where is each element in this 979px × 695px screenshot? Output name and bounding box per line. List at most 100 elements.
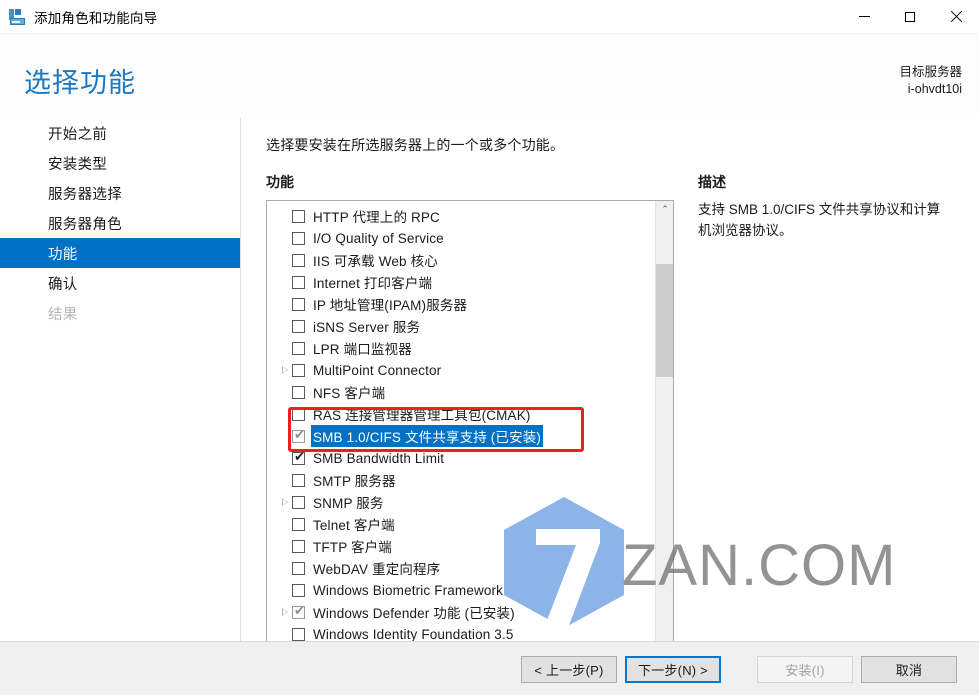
install-button: 安装(I): [757, 656, 853, 683]
feature-checkbox[interactable]: [292, 539, 305, 553]
sidebar-item-5[interactable]: 确认: [0, 268, 240, 298]
sidebar-item-4[interactable]: 功能: [0, 238, 240, 268]
feature-checkbox[interactable]: [292, 385, 305, 399]
next-button-label: 下一步(N) >: [638, 663, 708, 678]
page-title: 选择功能: [24, 68, 136, 98]
feature-checkbox[interactable]: ✔: [292, 429, 305, 443]
feature-label: SNMP 服务: [313, 496, 384, 511]
expander-spacer: [277, 535, 292, 557]
chevron-right-icon: [281, 497, 288, 506]
feature-checkbox[interactable]: [292, 341, 305, 355]
expander-spacer: [277, 205, 292, 227]
feature-checkbox[interactable]: [292, 561, 305, 575]
features-scrollbar[interactable]: ⌃ ⌄: [655, 201, 673, 695]
scroll-up-button[interactable]: ⌃: [656, 201, 673, 219]
previous-button[interactable]: < 上一步(P): [521, 656, 617, 683]
sidebar-item-0[interactable]: 开始之前: [0, 118, 240, 148]
feature-checkbox[interactable]: [292, 407, 305, 421]
sidebar-item-6: 结果: [0, 298, 240, 328]
feature-row[interactable]: MultiPoint Connector: [267, 359, 654, 381]
feature-row[interactable]: SNMP 服务: [267, 491, 654, 513]
sidebar-item-2[interactable]: 服务器选择: [0, 178, 240, 208]
sidebar-item-label: 安装类型: [48, 156, 108, 173]
maximize-icon: [905, 11, 915, 22]
feature-checkbox[interactable]: [292, 231, 305, 245]
feature-checkbox[interactable]: [292, 363, 305, 377]
main-content: 选择要安装在所选服务器上的一个或多个功能。 功能 描述 支持 SMB 1.0/C…: [242, 118, 979, 695]
close-icon: [950, 11, 962, 23]
wizard-footer: < 上一步(P) 下一步(N) > 安装(I) 取消: [0, 641, 979, 695]
sidebar-item-1[interactable]: 安装类型: [0, 148, 240, 178]
expand-arrow-icon[interactable]: [277, 601, 292, 623]
install-button-label: 安装(I): [785, 663, 825, 678]
feature-label: Internet 打印客户端: [313, 276, 433, 291]
expander-spacer: [277, 227, 292, 249]
destination-server-label: 目标服务器: [899, 65, 962, 79]
feature-row[interactable]: Internet 打印客户端: [267, 271, 654, 293]
feature-row[interactable]: iSNS Server 服务: [267, 315, 654, 337]
feature-checkbox[interactable]: [292, 297, 305, 311]
close-button[interactable]: [933, 0, 979, 33]
feature-checkbox[interactable]: [292, 473, 305, 487]
feature-label: SMB 1.0/CIFS 文件共享支持 (已安装): [311, 425, 544, 447]
destination-server-block: 目标服务器 i-ohvdt10i: [899, 64, 962, 98]
feature-row[interactable]: ✔ Windows Defender 功能 (已安装): [267, 601, 654, 623]
expander-spacer: [277, 293, 292, 315]
feature-row[interactable]: ✔ SMB Bandwidth Limit: [267, 447, 654, 469]
feature-checkbox[interactable]: [292, 253, 305, 267]
next-button[interactable]: 下一步(N) >: [625, 656, 721, 683]
cancel-button[interactable]: 取消: [861, 656, 957, 683]
feature-label: Telnet 客户端: [313, 518, 395, 533]
sidebar-item-label: 结果: [48, 306, 78, 323]
feature-checkbox[interactable]: [292, 627, 305, 641]
feature-label: TFTP 客户端: [313, 540, 392, 555]
feature-label: Windows Defender 功能 (已安装): [313, 606, 515, 621]
scrollbar-thumb[interactable]: [656, 264, 673, 377]
sidebar-item-3[interactable]: 服务器角色: [0, 208, 240, 238]
checkmark-icon: ✔: [294, 449, 305, 465]
minimize-icon: [858, 16, 870, 17]
feature-row[interactable]: SMTP 服务器: [267, 469, 654, 491]
feature-row[interactable]: WebDAV 重定向程序: [267, 557, 654, 579]
title-bar: 添加角色和功能向导: [0, 0, 979, 33]
feature-checkbox[interactable]: [292, 495, 305, 509]
feature-label: MultiPoint Connector: [313, 362, 442, 378]
feature-row[interactable]: IP 地址管理(IPAM)服务器: [267, 293, 654, 315]
feature-checkbox[interactable]: ✔: [292, 449, 305, 465]
feature-row[interactable]: Windows Biometric Framework: [267, 579, 654, 601]
feature-row[interactable]: TFTP 客户端: [267, 535, 654, 557]
feature-checkbox[interactable]: [292, 275, 305, 289]
maximize-button[interactable]: [887, 0, 933, 33]
expander-spacer: [277, 447, 292, 469]
sidebar-item-label: 开始之前: [48, 126, 108, 143]
features-listbox[interactable]: HTTP 代理上的 RPC I/O Quality of Service IIS 可…: [266, 200, 674, 695]
feature-row[interactable]: HTTP 代理上的 RPC: [267, 205, 654, 227]
feature-row[interactable]: LPR 端口监视器: [267, 337, 654, 359]
feature-row[interactable]: I/O Quality of Service: [267, 227, 654, 249]
feature-label: WebDAV 重定向程序: [313, 562, 441, 577]
minimize-button[interactable]: [841, 0, 887, 33]
feature-checkbox[interactable]: [292, 209, 305, 223]
feature-label: IIS 可承载 Web 核心: [313, 254, 438, 269]
feature-checkbox[interactable]: [292, 517, 305, 531]
feature-row[interactable]: NFS 客户端: [267, 381, 654, 403]
feature-row[interactable]: IIS 可承载 Web 核心: [267, 249, 654, 271]
cancel-button-label: 取消: [895, 663, 923, 678]
feature-checkbox[interactable]: [292, 319, 305, 333]
expander-spacer: [277, 403, 292, 425]
feature-label: IP 地址管理(IPAM)服务器: [313, 298, 468, 313]
feature-checkbox[interactable]: ✔: [292, 605, 305, 619]
feature-row[interactable]: RAS 连接管理器管理工具包(CMAK): [267, 403, 654, 425]
expander-spacer: [277, 513, 292, 535]
sidebar-item-label: 确认: [48, 276, 78, 293]
feature-row[interactable]: ✔ SMB 1.0/CIFS 文件共享支持 (已安装): [267, 425, 654, 447]
wizard-sidebar: 开始之前安装类型服务器选择 服务器角色 功能确认结果: [0, 118, 241, 641]
feature-label: RAS 连接管理器管理工具包(CMAK): [313, 408, 531, 423]
expander-spacer: [277, 557, 292, 579]
chevron-right-icon: [281, 365, 288, 374]
expand-arrow-icon[interactable]: [277, 359, 292, 381]
feature-checkbox[interactable]: [292, 583, 305, 597]
expand-arrow-icon[interactable]: [277, 491, 292, 513]
expander-spacer: [277, 381, 292, 403]
feature-row[interactable]: Telnet 客户端: [267, 513, 654, 535]
